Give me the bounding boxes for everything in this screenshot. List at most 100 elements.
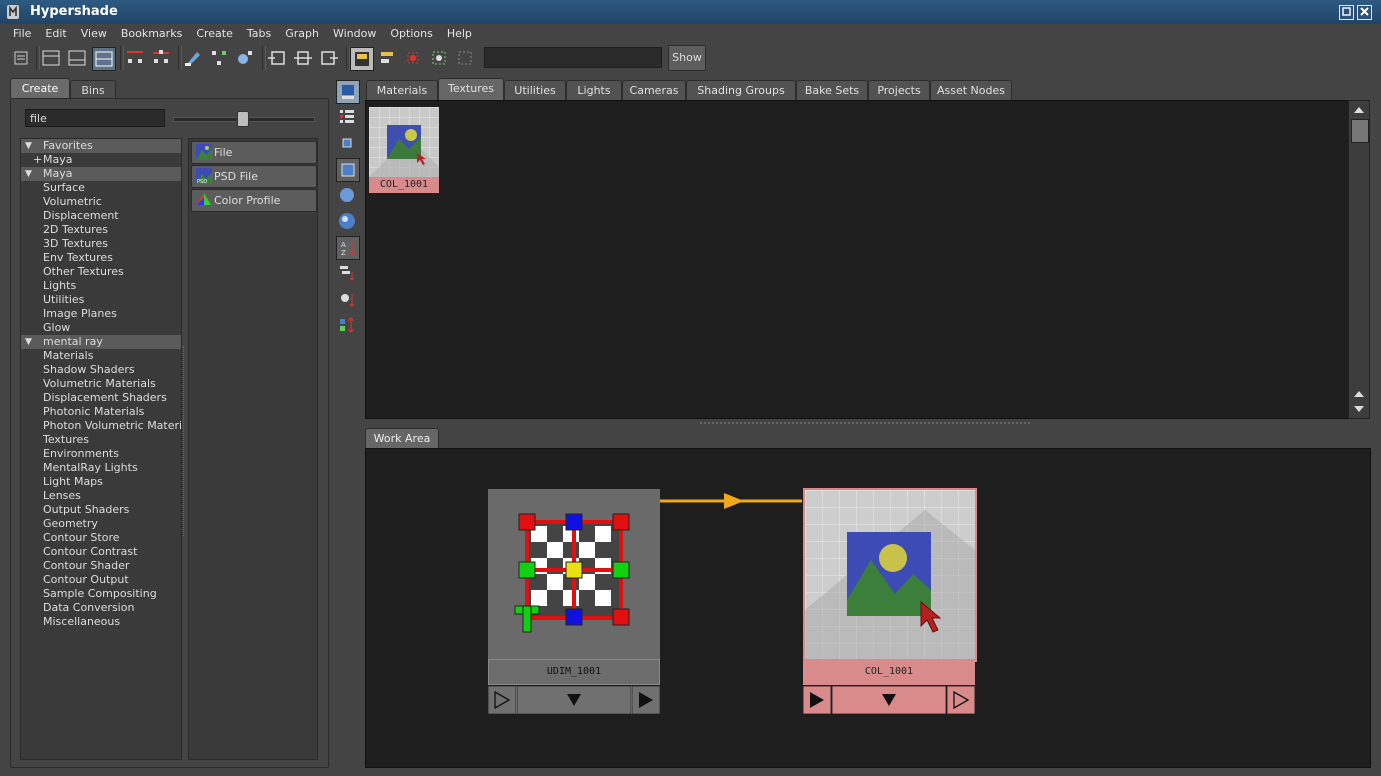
- show-outputs-icon[interactable]: [632, 686, 660, 714]
- tree-item[interactable]: Lights: [21, 279, 181, 293]
- graph-input-connections-icon[interactable]: [124, 47, 146, 69]
- tree-group[interactable]: ▼ mental ray: [21, 335, 181, 349]
- tree-item[interactable]: MentalRay Lights: [21, 461, 181, 475]
- show-outputs-icon[interactable]: [947, 686, 975, 714]
- menu-create[interactable]: Create: [189, 27, 240, 40]
- graph-input-output-icon[interactable]: [150, 47, 172, 69]
- tree-item[interactable]: Surface: [21, 181, 181, 195]
- scroll-down-icon[interactable]: [1352, 403, 1366, 415]
- tree-group[interactable]: ▼ Favorites: [21, 139, 181, 153]
- toggle-swatch-display-icon[interactable]: [350, 47, 374, 71]
- tree-item[interactable]: Image Planes: [21, 307, 181, 321]
- expand-arrow-icon[interactable]: ▼: [25, 167, 32, 181]
- menu-tabs[interactable]: Tabs: [240, 27, 278, 40]
- selection-node-icon[interactable]: [402, 47, 424, 69]
- tab-bins[interactable]: Bins: [70, 80, 116, 100]
- tree-item[interactable]: Light Maps: [21, 475, 181, 489]
- tree-item[interactable]: Contour Output: [21, 573, 181, 587]
- node-col-1001[interactable]: COL_1001: [803, 488, 977, 716]
- output-connections-icon[interactable]: [318, 47, 340, 69]
- node-udim-1001[interactable]: UDIM_1001: [488, 489, 660, 716]
- show-inputs-icon[interactable]: [488, 686, 516, 714]
- expand-attributes-icon[interactable]: [517, 686, 631, 714]
- medium-icons-icon[interactable]: [336, 158, 360, 182]
- scroll-up-bottom-icon[interactable]: [1352, 388, 1366, 400]
- tree-item[interactable]: Output Shaders: [21, 503, 181, 517]
- small-icons-icon[interactable]: [336, 132, 358, 154]
- tree-item[interactable]: Displacement Shaders: [21, 391, 181, 405]
- view-as-icons-icon[interactable]: [336, 80, 360, 104]
- sort-by-time-icon[interactable]: [336, 288, 358, 310]
- tree-item[interactable]: Contour Shader: [21, 559, 181, 573]
- menu-options[interactable]: Options: [383, 27, 439, 40]
- icon-size-slider-handle[interactable]: [237, 111, 249, 127]
- tree-item[interactable]: Displacement: [21, 209, 181, 223]
- bottom-tabs-only-icon[interactable]: [66, 47, 88, 69]
- tree-item[interactable]: Volumetric Materials: [21, 377, 181, 391]
- layout-icon[interactable]: [376, 47, 398, 69]
- horizontal-splitter[interactable]: [700, 422, 1030, 427]
- tab-materials[interactable]: Materials: [366, 80, 438, 100]
- tree-item[interactable]: Other Textures: [21, 265, 181, 279]
- close-button[interactable]: [1357, 5, 1372, 20]
- menu-file[interactable]: File: [6, 27, 38, 40]
- rearrange-graph-icon[interactable]: [208, 47, 230, 69]
- tree-item[interactable]: Photon Volumetric Materi...: [21, 419, 181, 433]
- tab-bake-sets[interactable]: Bake Sets: [796, 80, 868, 100]
- tree-item[interactable]: Miscellaneous: [21, 615, 181, 629]
- super-large-icons-icon[interactable]: [336, 210, 358, 232]
- frame-all-icon[interactable]: [454, 47, 476, 69]
- tab-projects[interactable]: Projects: [868, 80, 930, 100]
- scroll-up-icon[interactable]: [1352, 104, 1366, 116]
- expand-arrow-icon[interactable]: ▼: [25, 139, 32, 153]
- menu-window[interactable]: Window: [326, 27, 383, 40]
- node-button-file[interactable]: File: [191, 141, 317, 164]
- tree-item[interactable]: Utilities: [21, 293, 181, 307]
- tree-item[interactable]: Textures: [21, 433, 181, 447]
- node-button-psd-file[interactable]: PSD PSD File: [191, 165, 317, 188]
- menu-edit[interactable]: Edit: [38, 27, 73, 40]
- tree-item[interactable]: + Maya: [21, 153, 181, 167]
- tree-item[interactable]: Geometry: [21, 517, 181, 531]
- tree-item[interactable]: Env Textures: [21, 251, 181, 265]
- tab-utilities[interactable]: Utilities: [504, 80, 566, 100]
- tab-create[interactable]: Create: [10, 78, 70, 98]
- tree-item[interactable]: Lenses: [21, 489, 181, 503]
- tree-item[interactable]: Contour Contrast: [21, 545, 181, 559]
- input-connections-icon[interactable]: [266, 47, 288, 69]
- tab-shading-groups[interactable]: Shading Groups: [686, 80, 796, 100]
- create-search-input[interactable]: file: [25, 109, 165, 127]
- menu-graph[interactable]: Graph: [278, 27, 326, 40]
- tree-item[interactable]: Contour Store: [21, 531, 181, 545]
- tree-item[interactable]: Shadow Shaders: [21, 363, 181, 377]
- tree-item[interactable]: Glow: [21, 321, 181, 335]
- top-and-bottom-tabs-icon[interactable]: [92, 47, 116, 71]
- frame-selection-icon[interactable]: [428, 47, 450, 69]
- scroll-thumb[interactable]: [1351, 119, 1369, 143]
- top-tabs-only-icon[interactable]: [40, 47, 62, 69]
- tree-item[interactable]: Volumetric: [21, 195, 181, 209]
- tree-item[interactable]: Materials: [21, 349, 181, 363]
- tool-settings-icon[interactable]: [10, 47, 32, 69]
- tree-item[interactable]: Data Conversion: [21, 601, 181, 615]
- show-inputs-icon[interactable]: [803, 686, 831, 714]
- menu-help[interactable]: Help: [440, 27, 479, 40]
- large-icons-icon[interactable]: [336, 184, 358, 206]
- tab-lights[interactable]: Lights: [566, 80, 622, 100]
- expand-attributes-icon[interactable]: [832, 686, 946, 714]
- sort-reverse-icon[interactable]: [336, 314, 358, 336]
- swatch-col-1001[interactable]: COL_1001: [369, 107, 439, 193]
- node-button-color-profile[interactable]: Color Profile: [191, 189, 317, 212]
- clear-graph-icon[interactable]: [182, 47, 204, 69]
- tree-item[interactable]: Photonic Materials: [21, 405, 181, 419]
- input-output-connections-icon[interactable]: [292, 47, 314, 69]
- tree-group[interactable]: ▼ Maya: [21, 167, 181, 181]
- expand-arrow-icon[interactable]: ▼: [25, 335, 32, 349]
- tab-asset-nodes[interactable]: Asset Nodes: [930, 80, 1012, 100]
- sort-by-name-icon[interactable]: AZ: [336, 236, 360, 260]
- tab-work-area[interactable]: Work Area: [365, 428, 439, 448]
- maximize-button[interactable]: [1339, 5, 1354, 20]
- tree-item[interactable]: Environments: [21, 447, 181, 461]
- pane-splitter[interactable]: [183, 346, 186, 536]
- show-button[interactable]: Show: [668, 45, 706, 71]
